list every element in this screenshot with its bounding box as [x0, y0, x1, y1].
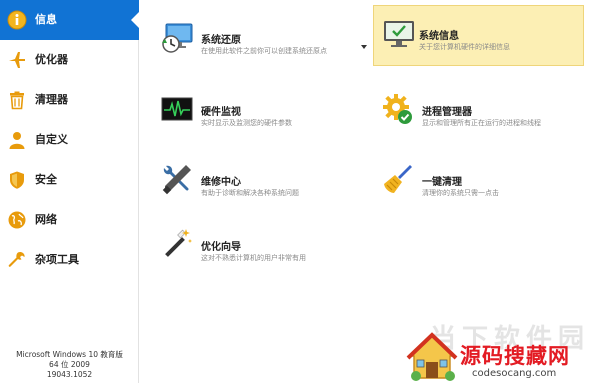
tile-title: 系统还原 [201, 35, 241, 46]
user-icon [7, 130, 27, 150]
sidebar-item-label: 清理器 [35, 93, 68, 106]
tools-icon [160, 162, 194, 196]
active-indicator [131, 12, 139, 28]
chevron-down-icon[interactable] [361, 45, 367, 49]
tile-repair-center[interactable]: 维修中心 有助于诊断和解决各种系统问题 [144, 150, 366, 212]
tile-description: 清理你的系统只需一点击 [422, 189, 499, 197]
tile-title: 硬件监视 [201, 107, 241, 118]
shield-icon [7, 170, 27, 190]
gear-check-icon [381, 92, 415, 126]
sidebar-item-info[interactable]: 信息 [0, 0, 139, 40]
tile-description: 有助于诊断和解决各种系统问题 [201, 189, 299, 197]
tile-title: 维修中心 [201, 177, 241, 188]
watermark-url: codesocang.com [472, 368, 557, 379]
tile-hardware-monitor[interactable]: 硬件监视 实时显示及监测您的硬件参数 [144, 80, 366, 142]
globe-icon [7, 210, 27, 230]
system-restore-icon [160, 20, 194, 54]
magic-wand-icon [160, 227, 194, 261]
os-version-line: 19043.1052 [46, 370, 93, 379]
os-version-line: 64 位 2009 [49, 360, 90, 369]
tile-description: 在使用此软件之前你可以创建系统还原点 [201, 47, 327, 55]
sidebar-item-label: 信息 [35, 13, 57, 26]
tile-system-restore[interactable]: 系统还原 在使用此软件之前你可以创建系统还原点 [144, 8, 367, 70]
watermark-title: 源码搜藏网 [460, 344, 570, 368]
info-icon [7, 10, 27, 30]
broom-icon [381, 162, 415, 196]
tile-description: 关于您计算机硬件的详细信息 [419, 43, 510, 51]
tile-description: 这对不熟悉计算机的用户非常有用 [201, 254, 306, 262]
tile-title: 一键清理 [422, 177, 462, 188]
tile-process-manager[interactable]: 进程管理器 显示和管理所有正在运行的进程和线程 [365, 80, 587, 142]
sidebar-item-label: 网络 [35, 213, 57, 226]
watermark: 当下软件园 源码搜藏网 codesocang.com [400, 318, 595, 383]
tile-one-click-cleanup[interactable]: 一键清理 清理你的系统只需一点击 [365, 150, 587, 212]
sidebar-item-label: 自定义 [35, 133, 68, 146]
tile-optimization-wizard[interactable]: 优化向导 这对不熟悉计算机的用户非常有用 [144, 215, 366, 277]
os-version-info: Microsoft Windows 10 教育版 64 位 2009 19043… [0, 350, 139, 380]
sidebar-item-optimizer[interactable]: 优化器 [0, 40, 139, 80]
sidebar-item-label: 优化器 [35, 53, 68, 66]
sidebar-item-cleaner[interactable]: 清理器 [0, 80, 139, 120]
wrench-icon [7, 250, 27, 270]
monitor-check-icon [382, 17, 416, 51]
sidebar: 信息 优化器 清理器 自定义 安全 网络 杂项工具 Microsoft Wind… [0, 0, 139, 383]
tile-title: 优化向导 [201, 242, 241, 253]
trash-icon [7, 90, 27, 110]
tile-description: 实时显示及监测您的硬件参数 [201, 119, 292, 127]
airplane-icon [7, 50, 27, 70]
pulse-monitor-icon [160, 92, 194, 126]
sidebar-item-security[interactable]: 安全 [0, 160, 139, 200]
tile-system-info[interactable]: 系统信息 关于您计算机硬件的详细信息 [373, 5, 584, 66]
house-logo-icon [406, 332, 458, 383]
sidebar-item-customize[interactable]: 自定义 [0, 120, 139, 160]
os-version-line: Microsoft Windows 10 教育版 [16, 350, 123, 359]
tile-title: 进程管理器 [422, 107, 472, 118]
sidebar-item-label: 安全 [35, 173, 57, 186]
sidebar-item-label: 杂项工具 [35, 253, 79, 266]
sidebar-item-network[interactable]: 网络 [0, 200, 139, 240]
tile-description: 显示和管理所有正在运行的进程和线程 [422, 119, 541, 127]
sidebar-item-misc-tools[interactable]: 杂项工具 [0, 240, 139, 280]
tile-title: 系统信息 [419, 31, 459, 42]
